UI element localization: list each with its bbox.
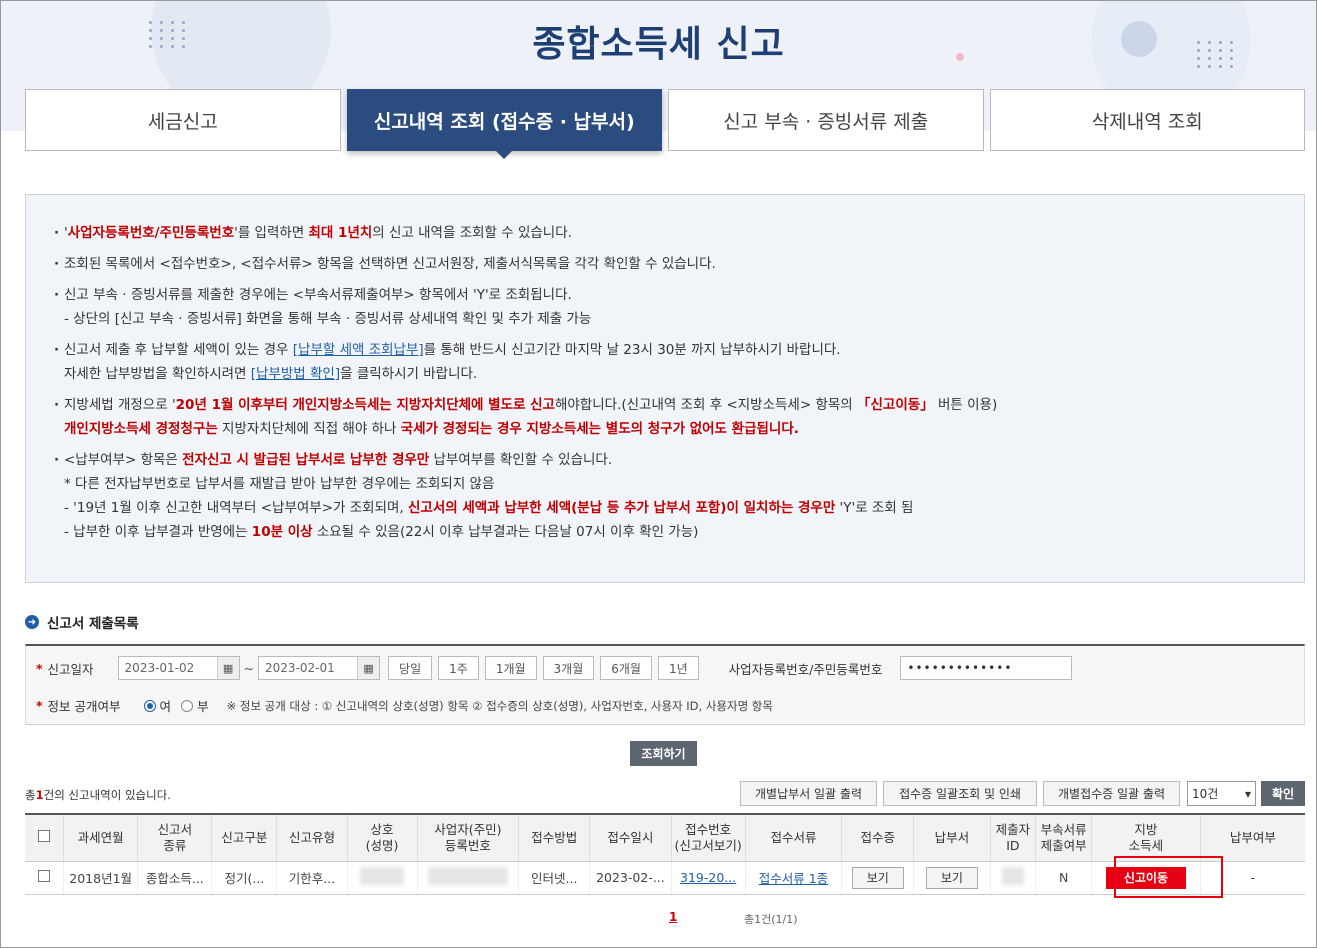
id-number-input[interactable]: ••••••••••••• xyxy=(900,656,1073,680)
cell-period: 2018년1월 xyxy=(63,861,138,895)
section-title: ➜ 신고서 제출목록 xyxy=(25,612,139,632)
disclose-row: * 정보 공개여부 여 부 ※ 정보 공개 대상 : ① 신고내역의 상호(성명… xyxy=(36,698,773,714)
column-header: 신고유형 xyxy=(276,813,348,862)
column-header: 납부서 xyxy=(913,813,991,862)
page-1-link[interactable]: 1 xyxy=(669,910,677,924)
calendar-icon[interactable]: ▦ xyxy=(357,657,380,679)
docs-link[interactable]: 접수서류 1종 xyxy=(759,871,828,886)
notice-box: '사업자등록번호/주민등록번호'를 입력하면 최대 1년치의 신고 내역을 조회… xyxy=(25,194,1305,583)
period-3month-button[interactable]: 3개월 xyxy=(542,656,595,680)
column-header: 접수서류 xyxy=(744,813,842,862)
table-row: 2018년1월 종합소득... 정기(... 기한후... 인터넷... 202… xyxy=(25,861,1305,895)
chevron-down-icon: ▾ xyxy=(1244,786,1251,801)
column-header: 접수증 xyxy=(841,813,914,862)
column-header: 지방 소득세 xyxy=(1091,813,1201,862)
disclose-note: ※ 정보 공개 대상 : ① 신고내역의 상호(성명) 항목 ② 접수증의 상호… xyxy=(226,698,773,713)
select-all-header xyxy=(25,813,64,862)
disclose-no-radio[interactable] xyxy=(181,699,194,712)
cell-kind: 종합소득... xyxy=(137,861,212,895)
column-header: 부속서류 제출여부 xyxy=(1035,813,1092,862)
filing-table: 과세연월 신고서 종류 신고구분 신고유형 상호 (성명) 사업자(주민) 등록번호 접수방… xyxy=(25,813,1305,895)
notice-line: 신고서 제출 후 납부할 세액이 있는 경우 [납부할 세액 조회납부]를 통해… xyxy=(54,338,1304,362)
search-button[interactable]: 조회하기 xyxy=(630,741,697,766)
notice-line: 조회된 목록에서 <접수번호>, <접수서류> 항목을 선택하면 신고서원장, … xyxy=(54,252,1304,276)
tab-tax-filing[interactable]: 세금신고 xyxy=(25,89,341,151)
cell-datetime: 2023-02-... xyxy=(589,861,672,895)
column-header: 과세연월 xyxy=(63,813,138,862)
cell-method: 인터넷... xyxy=(518,861,590,895)
period-1month-button[interactable]: 1개월 xyxy=(484,656,537,680)
select-all-checkbox[interactable] xyxy=(38,829,51,842)
date-row: * 신고일자 2023-01-02 ▦ ~ 2023-02-01 ▦ 당일 1주 1… xyxy=(36,656,1073,680)
confirm-button[interactable]: 확인 xyxy=(1261,781,1305,806)
cell-submitter-masked xyxy=(989,861,1036,895)
print-individual-receipts-button[interactable]: 개별접수증 일괄 출력 xyxy=(1043,781,1180,806)
notice-line: - 상단의 [신고 부속 · 증빙서류] 화면을 통해 부속 · 증빙서류 상세… xyxy=(64,311,592,327)
calendar-icon[interactable]: ▦ xyxy=(216,657,239,679)
tab-bar: 세금신고 신고내역 조회 (접수증 · 납부서) 신고 부속 · 증빙서류 제출… xyxy=(25,89,1305,159)
disclose-yes-radio[interactable] xyxy=(143,699,156,712)
tab-deleted-history[interactable]: 삭제내역 조회 xyxy=(989,89,1305,151)
row-checkbox[interactable] xyxy=(38,870,51,882)
view-bill-button[interactable]: 보기 xyxy=(925,866,978,889)
disclose-label: 정보 공개여부 xyxy=(47,699,121,714)
notice-line: 자세한 납부방법을 확인하시려면 [납부방법 확인]을 클릭하시기 바랍니다. xyxy=(64,366,478,382)
view-receipt-button[interactable]: 보기 xyxy=(851,866,904,889)
page-size-select[interactable]: 10건 ▾ xyxy=(1187,781,1256,806)
cell-category: 정기(... xyxy=(211,861,277,895)
period-1week-button[interactable]: 1주 xyxy=(438,656,479,680)
page-title: 종합소득세 신고 xyxy=(532,24,785,65)
cell-attached: N xyxy=(1035,861,1092,895)
column-header: 접수번호 (신고서보기) xyxy=(670,813,746,862)
column-header: 접수방법 xyxy=(518,813,590,862)
notice-line: '사업자등록번호/주민등록번호'를 입력하면 최대 1년치의 신고 내역을 조회… xyxy=(54,221,1304,245)
id-label: 사업자등록번호/주민등록번호 xyxy=(728,661,883,677)
column-header: 접수일시 xyxy=(589,813,672,862)
notice-line: 개인지방소득세 경정청구는 지방자치단체에 직접 해야 하나 국세가 경정되는 … xyxy=(64,421,799,437)
receipt-number-link[interactable]: 319-20... xyxy=(680,870,736,885)
period-1year-button[interactable]: 1년 xyxy=(657,656,699,680)
date-label: 신고일자 xyxy=(47,661,94,677)
column-header: 사업자(주민) 등록번호 xyxy=(416,813,519,862)
page-summary: 총1건(1/1) xyxy=(744,913,798,926)
payment-method-link[interactable]: [납부방법 확인] xyxy=(251,366,340,382)
date-from-input[interactable]: 2023-01-02 ▦ xyxy=(117,656,240,680)
column-header: 제출자 ID xyxy=(989,813,1036,862)
print-payment-bills-button[interactable]: 개별납부서 일괄 출력 xyxy=(740,781,877,806)
tab-attachment-submit[interactable]: 신고 부속 · 증빙서류 제출 xyxy=(668,89,984,151)
notice-line: <납부여부> 항목은 전자신고 시 발급된 납부서로 납부한 경우만 납부여부를… xyxy=(54,448,1304,472)
period-6month-button[interactable]: 6개월 xyxy=(600,656,652,680)
result-count: 총1건의 신고내역이 있습니다. xyxy=(25,788,171,802)
notice-line: 신고 부속 · 증빙서류를 제출한 경우에는 <부속서류제출여부> 항목에서 '… xyxy=(54,283,1304,307)
cell-type: 기한후... xyxy=(276,861,348,895)
highlight-box xyxy=(1114,856,1223,898)
column-header: 납부여부 xyxy=(1199,813,1305,862)
notice-line: * 다른 전자납부번호로 납부서를 재발급 받아 납부한 경우에는 조회되지 않… xyxy=(64,476,495,492)
date-to-input[interactable]: 2023-02-01 ▦ xyxy=(258,656,381,680)
search-panel: * 신고일자 2023-01-02 ▦ ~ 2023-02-01 ▦ 당일 1주 1… xyxy=(25,644,1305,725)
column-header: 상호 (성명) xyxy=(346,813,418,862)
tab-filing-history[interactable]: 신고내역 조회 (접수증 · 납부서) xyxy=(346,89,662,159)
arrow-right-icon: ➜ xyxy=(25,615,39,629)
column-header: 신고구분 xyxy=(211,813,277,862)
tax-payment-link[interactable]: [납부할 세액 조회납부] xyxy=(293,342,424,358)
table-header-row: 과세연월 신고서 종류 신고구분 신고유형 상호 (성명) 사업자(주민) 등록번호 접수방… xyxy=(25,813,1305,862)
cell-name-masked xyxy=(346,861,418,895)
notice-line: - 납부한 이후 납부결과 반영에는 10분 이상 소요될 수 있음(22시 이… xyxy=(64,524,699,540)
period-today-button[interactable]: 당일 xyxy=(388,656,433,680)
notice-line: 지방세법 개정으로 '20년 1월 이후부터 개인지방소득세는 지방자치단체에 … xyxy=(54,393,1304,417)
notice-line: - '19년 1월 이후 신고한 내역부터 <납부여부>가 조회되며, 신고서의… xyxy=(64,500,914,516)
column-header: 신고서 종류 xyxy=(137,813,212,862)
print-receipts-button[interactable]: 접수증 일괄조회 및 인쇄 xyxy=(883,781,1037,806)
cell-regno-masked xyxy=(416,861,519,895)
